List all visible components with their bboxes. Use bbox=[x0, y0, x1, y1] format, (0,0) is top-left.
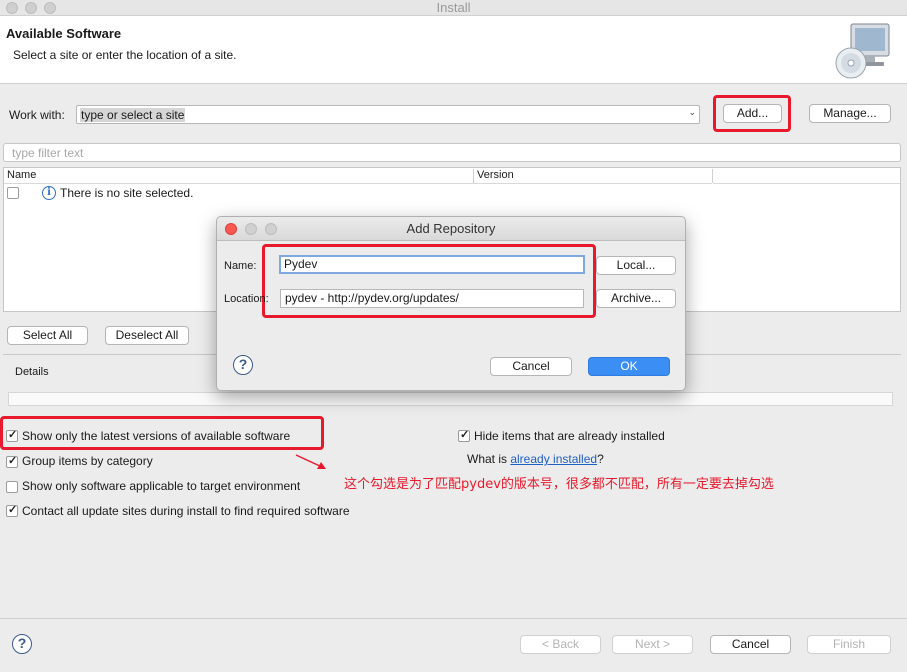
already-installed-link[interactable]: already installed bbox=[510, 452, 597, 466]
work-with-combo-text: type or select a site bbox=[80, 108, 186, 122]
window-titlebar: Install bbox=[0, 0, 907, 16]
row-message: There is no site selected. bbox=[60, 186, 194, 200]
target-env-label: Show only software applicable to target … bbox=[22, 479, 301, 493]
hide-installed-checkbox[interactable] bbox=[458, 428, 470, 442]
group-by-category-checkbox[interactable] bbox=[6, 454, 18, 468]
filter-input[interactable]: type filter text bbox=[3, 143, 901, 162]
location-label: Location: bbox=[224, 293, 269, 305]
name-field[interactable]: Pydev bbox=[279, 255, 585, 274]
table-row[interactable]: i There is no site selected. bbox=[4, 185, 900, 202]
dropdown-arrow-icon[interactable]: ⌄ bbox=[688, 107, 696, 118]
archive-button[interactable]: Archive... bbox=[596, 289, 676, 308]
page-header: Available Software Select a site or ente… bbox=[0, 16, 907, 84]
dialog-ok-button[interactable]: OK bbox=[588, 357, 670, 376]
contact-sites-checkbox[interactable] bbox=[6, 503, 18, 517]
column-header-name[interactable]: Name bbox=[4, 168, 474, 184]
page-subtitle: Select a site or enter the location of a… bbox=[13, 48, 237, 62]
manage-sites-button[interactable]: Manage... bbox=[809, 104, 891, 123]
what-is-prefix: What is bbox=[467, 452, 511, 466]
cancel-button[interactable]: Cancel bbox=[710, 635, 791, 654]
computer-cd-icon bbox=[835, 23, 890, 79]
back-button[interactable]: < Back bbox=[520, 635, 601, 654]
next-button[interactable]: Next > bbox=[612, 635, 693, 654]
target-env-checkbox[interactable] bbox=[6, 481, 18, 493]
row-checkbox[interactable] bbox=[7, 187, 19, 199]
footer-divider bbox=[0, 618, 907, 619]
what-is-installed-text: What is already installed? bbox=[467, 452, 604, 466]
dialog-cancel-button[interactable]: Cancel bbox=[490, 357, 572, 376]
dialog-help-icon[interactable]: ? bbox=[233, 355, 253, 375]
column-header-version[interactable]: Version bbox=[474, 168, 712, 184]
annotation-note: 这个勾选是为了匹配pydev的版本号，很多都不匹配，所有一定要去掉勾选 bbox=[344, 477, 774, 492]
dialog-titlebar: Add Repository bbox=[217, 217, 685, 241]
annotation-arrow-icon bbox=[295, 454, 326, 469]
local-button[interactable]: Local... bbox=[596, 256, 676, 275]
what-is-suffix: ? bbox=[597, 452, 604, 466]
details-area[interactable] bbox=[8, 392, 893, 406]
help-icon[interactable]: ? bbox=[12, 634, 32, 654]
hide-installed-label: Hide items that are already installed bbox=[474, 429, 665, 443]
details-label: Details bbox=[15, 366, 49, 378]
work-with-label: Work with: bbox=[9, 108, 65, 122]
location-field[interactable]: pydev - http://pydev.org/updates/ bbox=[280, 289, 584, 308]
filter-placeholder: type filter text bbox=[12, 146, 84, 160]
group-by-category-label: Group items by category bbox=[22, 454, 153, 468]
contact-sites-label: Contact all update sites during install … bbox=[22, 504, 350, 518]
work-with-combo[interactable]: type or select a site ⌄ bbox=[76, 105, 700, 124]
page-title: Available Software bbox=[6, 26, 122, 41]
info-icon: i bbox=[42, 186, 56, 200]
select-all-button[interactable]: Select All bbox=[7, 326, 88, 345]
name-label: Name: bbox=[224, 260, 257, 272]
dialog-title: Add Repository bbox=[406, 221, 496, 236]
deselect-all-button[interactable]: Deselect All bbox=[105, 326, 189, 345]
window-title: Install bbox=[436, 0, 471, 15]
latest-versions-checkbox[interactable] bbox=[6, 428, 18, 442]
add-site-button[interactable]: Add... bbox=[723, 104, 782, 123]
column-header-extra bbox=[713, 168, 900, 184]
add-repository-dialog: Add Repository Name: Pydev Location: pyd… bbox=[216, 216, 686, 391]
latest-versions-label: Show only the latest versions of availab… bbox=[22, 429, 291, 443]
finish-button[interactable]: Finish bbox=[807, 635, 891, 654]
